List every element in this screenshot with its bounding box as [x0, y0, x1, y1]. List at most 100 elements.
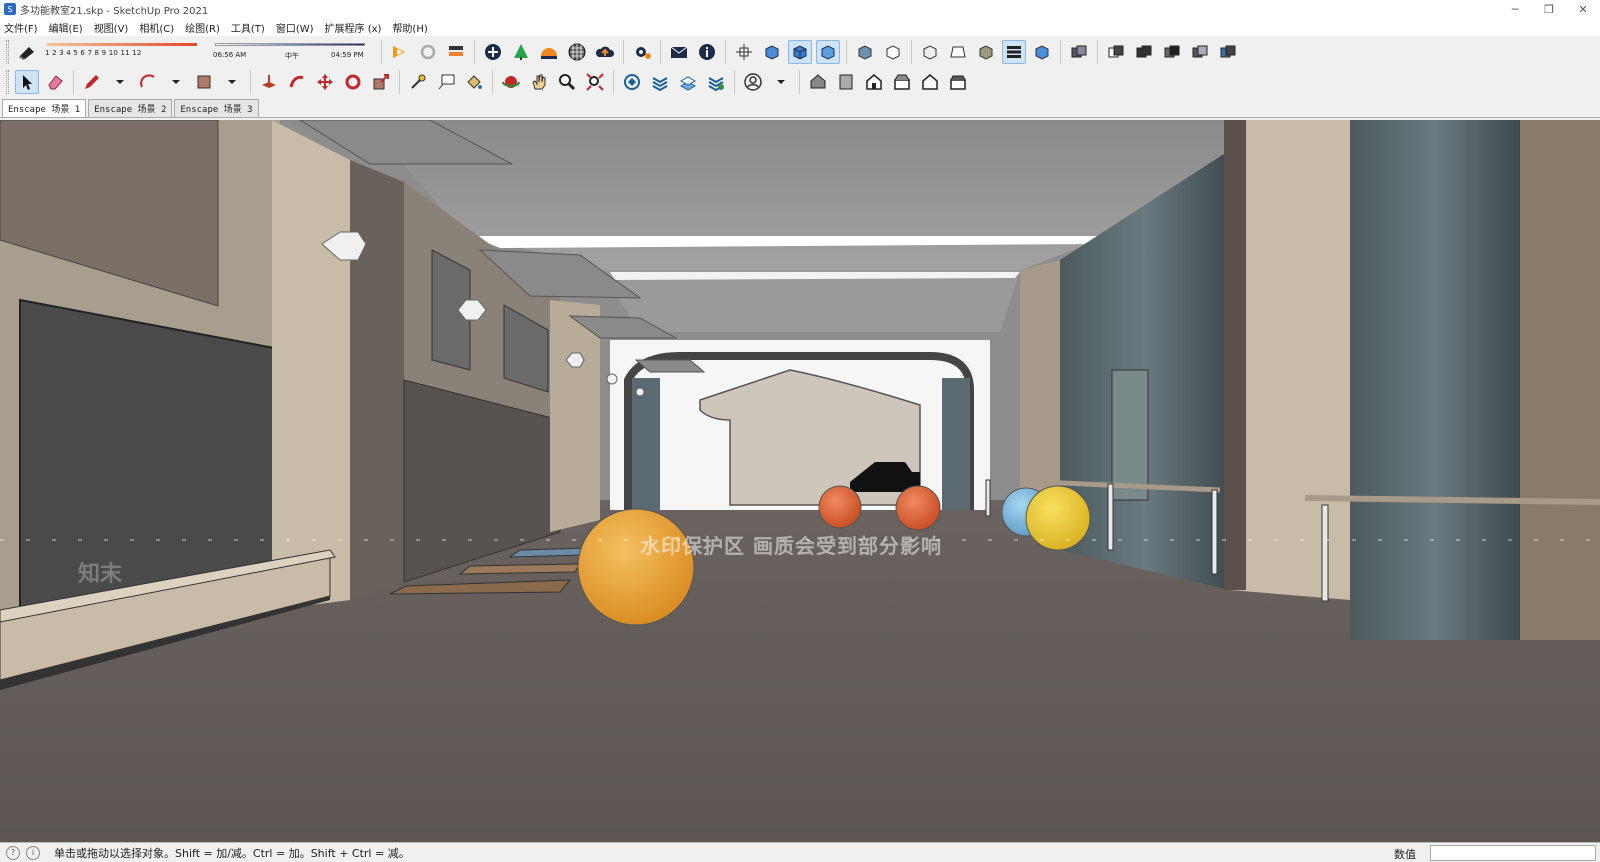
text-label-icon: [438, 74, 455, 90]
warehouse-button[interactable]: [620, 70, 644, 94]
top-camera-button[interactable]: [834, 70, 858, 94]
enscape-start-button[interactable]: [388, 40, 412, 64]
menu-window[interactable]: 窗口(W): [276, 20, 314, 35]
time-mid-label: 中午: [285, 52, 299, 60]
right-curtain: [1350, 120, 1520, 640]
select-tool-button[interactable]: [15, 70, 39, 94]
minimize-button[interactable]: ─: [1498, 0, 1532, 18]
toolbar-grip[interactable]: [6, 70, 9, 94]
back-edges-button[interactable]: [760, 40, 784, 64]
scene-tab-3[interactable]: Enscape 场景 3: [174, 99, 259, 117]
zoom-tool-button[interactable]: [555, 70, 579, 94]
menu-view[interactable]: 视图(V): [94, 20, 129, 35]
about-button[interactable]: [695, 40, 719, 64]
xray-button[interactable]: [732, 40, 756, 64]
add-object-button[interactable]: [481, 40, 505, 64]
close-button[interactable]: ✕: [1566, 0, 1600, 18]
iso-camera-button[interactable]: [806, 70, 830, 94]
shadow-date-slider[interactable]: 1 2 3 4 5 6 7 8 9 10 11 12: [45, 39, 205, 65]
arc-tool-button[interactable]: [136, 70, 160, 94]
back-camera-button[interactable]: [918, 70, 942, 94]
push-pull-tool-button[interactable]: [257, 70, 281, 94]
extension-manager-button[interactable]: [704, 70, 728, 94]
measurements-input[interactable]: [1430, 845, 1596, 861]
xray-face-button[interactable]: [853, 40, 877, 64]
union-icon: [1136, 45, 1152, 58]
rotate-tool-button[interactable]: [341, 70, 365, 94]
shadow-months-label: 1 2 3 4 5 6 7 8 9 10 11 12: [45, 49, 142, 57]
follow-me-tool-button[interactable]: [285, 70, 309, 94]
right-view-button[interactable]: [1002, 40, 1026, 64]
split-button[interactable]: [1216, 40, 1240, 64]
menu-file[interactable]: 文件(F): [4, 20, 38, 35]
shaded-button[interactable]: [788, 40, 812, 64]
front-camera-button[interactable]: [862, 70, 886, 94]
rectangle-tool-dropdown[interactable]: [220, 70, 244, 94]
top-view-button[interactable]: [946, 40, 970, 64]
back-view-button[interactable]: [1030, 40, 1054, 64]
text-tool-button[interactable]: [434, 70, 458, 94]
left-camera-button[interactable]: [946, 70, 970, 94]
account-button[interactable]: [741, 70, 765, 94]
menu-draw[interactable]: 绘图(R): [185, 20, 220, 35]
move-tool-button[interactable]: [313, 70, 337, 94]
magnifier-icon: [559, 74, 576, 91]
iso-view-button[interactable]: [918, 40, 942, 64]
menu-extensions[interactable]: 扩展程序 (x): [325, 20, 382, 35]
enscape-sync-button[interactable]: [416, 40, 440, 64]
measurements-label: 数值: [1394, 848, 1416, 861]
orbit-tool-button[interactable]: [499, 70, 523, 94]
pan-tool-button[interactable]: [527, 70, 551, 94]
extension-warehouse-button[interactable]: [648, 70, 672, 94]
eraser-tool-button[interactable]: [43, 70, 67, 94]
zoom-extents-button[interactable]: [583, 70, 607, 94]
material-editor-button[interactable]: [565, 40, 589, 64]
stacked-layers-icon: [1007, 46, 1021, 58]
envelope-icon: [670, 46, 688, 58]
rectangle-tool-button[interactable]: [192, 70, 216, 94]
arc-tool-dropdown[interactable]: [164, 70, 188, 94]
scene-tab-2[interactable]: Enscape 场景 2: [88, 99, 173, 117]
model-viewport[interactable]: 水印保护区 画质会受到部分影响 知末: [0, 120, 1600, 842]
menu-camera[interactable]: 相机(C): [139, 20, 174, 35]
union-button[interactable]: [1132, 40, 1156, 64]
account-dropdown[interactable]: [769, 70, 793, 94]
scene-tab-1[interactable]: Enscape 场景 1: [2, 99, 87, 117]
time-end-label: 04:59 PM: [331, 51, 364, 59]
enscape-views-button[interactable]: [444, 40, 468, 64]
right-column-dark: [1224, 120, 1246, 590]
intersect-button[interactable]: [1104, 40, 1128, 64]
hidden-line-button[interactable]: [881, 40, 905, 64]
line-tool-dropdown[interactable]: [108, 70, 132, 94]
scale-tool-button[interactable]: [369, 70, 393, 94]
chevron-down-icon: [777, 80, 785, 84]
upload-button[interactable]: [593, 40, 617, 64]
tape-measure-tool-button[interactable]: [406, 70, 430, 94]
menu-edit[interactable]: 编辑(E): [49, 20, 83, 35]
sky-settings-button[interactable]: [537, 40, 561, 64]
shadow-time-slider[interactable]: 06:56 AM 中午 04:59 PM: [213, 39, 373, 65]
shaded-textures-button[interactable]: [816, 40, 840, 64]
paint-bucket-tool-button[interactable]: [462, 70, 486, 94]
menu-tools[interactable]: 工具(T): [231, 20, 265, 35]
geolocation-icon[interactable]: ?: [6, 845, 20, 860]
hand-icon: [532, 74, 546, 90]
info-icon[interactable]: i: [26, 845, 40, 860]
line-tool-button[interactable]: [80, 70, 104, 94]
toolbar-grip[interactable]: [6, 40, 9, 64]
right-camera-button[interactable]: [890, 70, 914, 94]
trim-button[interactable]: [1188, 40, 1212, 64]
restore-button[interactable]: ❐: [1532, 0, 1566, 18]
enscape-settings-button[interactable]: [630, 40, 654, 64]
asset-library-button[interactable]: [509, 40, 533, 64]
stage-curtain-left: [632, 378, 660, 510]
front-view-button[interactable]: [974, 40, 998, 64]
status-hint-text: 单击或拖动以选择对象。Shift = 加/减。Ctrl = 加。Shift + …: [54, 846, 410, 860]
shadow-toggle-button[interactable]: [15, 40, 39, 64]
outer-shell-button[interactable]: [1067, 40, 1091, 64]
menu-help[interactable]: 帮助(H): [392, 20, 427, 35]
front-face-icon: [979, 45, 993, 60]
subtract-button[interactable]: [1160, 40, 1184, 64]
feedback-button[interactable]: [667, 40, 691, 64]
layout-button[interactable]: [676, 70, 700, 94]
